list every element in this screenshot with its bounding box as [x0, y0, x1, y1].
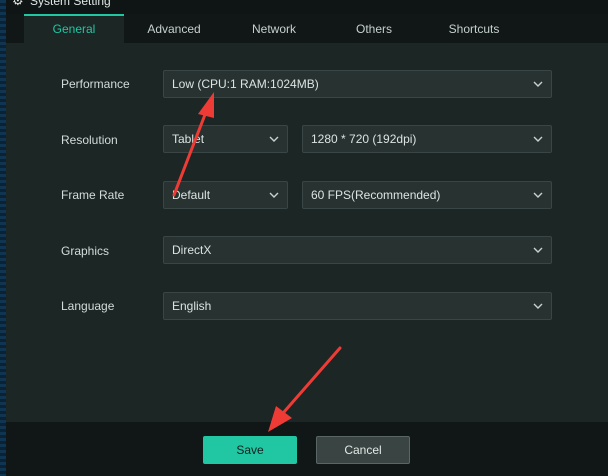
frame-rate-label: Frame Rate	[61, 188, 125, 202]
resolution-device-value: Tablet	[172, 132, 205, 146]
save-button[interactable]: Save	[203, 436, 297, 464]
chevron-down-icon	[533, 303, 543, 309]
gear-icon: ⚙	[12, 0, 24, 8]
performance-value: Low (CPU:1 RAM:1024MB)	[172, 77, 319, 91]
tab-advanced[interactable]: Advanced	[124, 14, 224, 43]
chevron-down-icon	[533, 81, 543, 87]
chevron-down-icon	[269, 136, 279, 142]
resolution-label: Resolution	[61, 133, 118, 147]
cancel-button[interactable]: Cancel	[316, 436, 410, 464]
tab-network[interactable]: Network	[224, 14, 324, 43]
graphics-label: Graphics	[61, 244, 110, 258]
chevron-down-icon	[533, 192, 543, 198]
graphics-select[interactable]: DirectX	[163, 236, 552, 264]
frame-rate-fps-select[interactable]: 60 FPS(Recommended)	[302, 181, 552, 209]
tab-shortcuts[interactable]: Shortcuts	[424, 14, 524, 43]
resolution-size-value: 1280 * 720 (192dpi)	[311, 132, 417, 146]
performance-label: Performance	[61, 77, 130, 91]
language-value: English	[172, 299, 212, 313]
tab-bar: General Advanced Network Others Shortcut…	[6, 14, 608, 43]
language-label: Language	[61, 299, 115, 313]
tab-others[interactable]: Others	[324, 14, 424, 43]
dialog-footer: Save Cancel	[6, 422, 608, 476]
frame-rate-fps-value: 60 FPS(Recommended)	[311, 188, 441, 202]
window-title: System Setting	[30, 0, 111, 8]
general-settings-panel: Performance Low (CPU:1 RAM:1024MB) Resol…	[6, 43, 608, 422]
frame-rate-mode-value: Default	[172, 188, 211, 202]
tab-general[interactable]: General	[24, 14, 124, 43]
performance-select[interactable]: Low (CPU:1 RAM:1024MB)	[163, 70, 552, 98]
resolution-device-select[interactable]: Tablet	[163, 125, 288, 153]
resolution-size-select[interactable]: 1280 * 720 (192dpi)	[302, 125, 552, 153]
system-setting-window: ⚙ System Setting General Advanced Networ…	[6, 0, 608, 476]
frame-rate-mode-select[interactable]: Default	[163, 181, 288, 209]
chevron-down-icon	[533, 136, 543, 142]
title-bar: ⚙ System Setting	[6, 0, 608, 14]
graphics-value: DirectX	[172, 243, 212, 257]
language-select[interactable]: English	[163, 292, 552, 320]
chevron-down-icon	[269, 192, 279, 198]
chevron-down-icon	[533, 247, 543, 253]
